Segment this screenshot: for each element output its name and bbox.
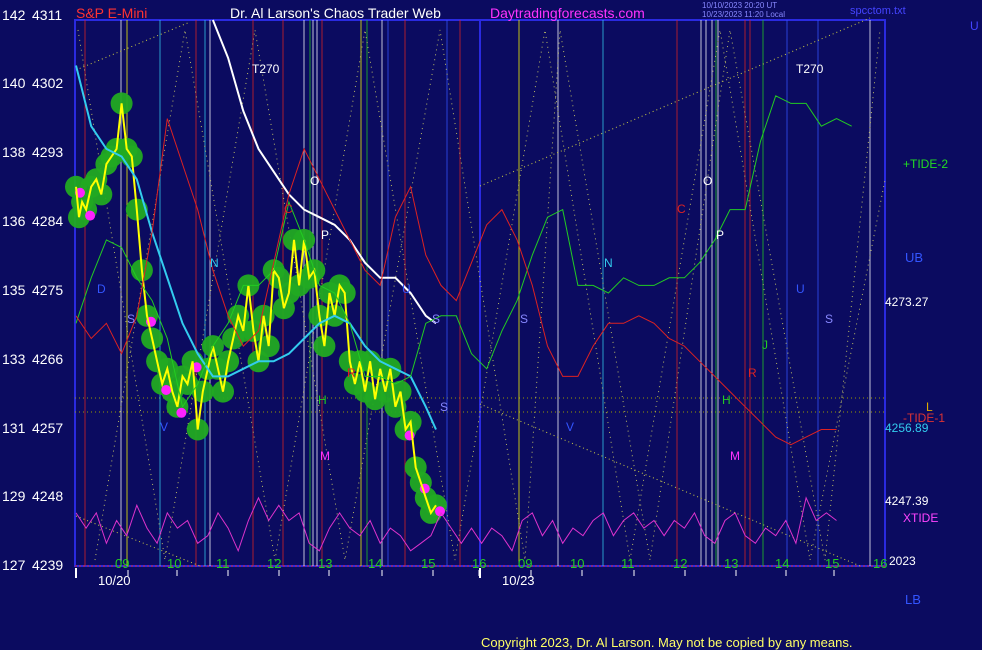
date-label-1: 10/20 bbox=[98, 573, 131, 588]
annotation-label: H bbox=[722, 393, 731, 407]
y-tick-left: 142 bbox=[2, 7, 26, 23]
annotation-label: S bbox=[520, 312, 528, 326]
x-tick-label: 09 bbox=[115, 556, 129, 571]
annotation-label: S bbox=[432, 312, 440, 326]
annotation-label: R bbox=[347, 366, 356, 380]
x-tick-label: 14 bbox=[368, 556, 382, 571]
corner-u: U bbox=[970, 19, 979, 33]
timestamp-1: 10/10/2023 20:20 UT bbox=[702, 1, 777, 10]
label-year: 2023 bbox=[889, 554, 916, 568]
annotation-label: S bbox=[440, 400, 448, 414]
y-tick-right: 4257 bbox=[32, 420, 63, 436]
label-xtide: XTIDE bbox=[903, 511, 938, 525]
x-tick-label: 15 bbox=[421, 556, 435, 571]
x-tick-label: 12 bbox=[267, 556, 281, 571]
annotation-label: T270 bbox=[252, 62, 280, 76]
site-title: Dr. Al Larson's Chaos Trader Web bbox=[230, 5, 441, 21]
y-tick-left: 129 bbox=[2, 488, 26, 504]
annotation-label: S bbox=[127, 312, 135, 326]
label-avg-last: 4256.89 bbox=[885, 421, 929, 435]
x-tick-label: 13 bbox=[724, 556, 738, 571]
y-tick-left: 127 bbox=[2, 557, 26, 573]
annotation-label: O bbox=[703, 174, 712, 188]
x-tick-label: 10 bbox=[167, 556, 181, 571]
x-tick-label: 12 bbox=[673, 556, 687, 571]
annotation-label: M bbox=[730, 449, 740, 463]
x-tick-label: 14 bbox=[775, 556, 789, 571]
annotation-label: N bbox=[210, 256, 219, 270]
x-tick-label: 15 bbox=[825, 556, 839, 571]
x-tick-label: 11 bbox=[216, 556, 230, 571]
annotation-label: V bbox=[160, 420, 168, 434]
price-marker bbox=[176, 407, 187, 418]
label-ub: UB bbox=[905, 250, 923, 265]
annotation-label: R bbox=[748, 366, 757, 380]
annotation-label: U bbox=[796, 282, 805, 296]
y-tick-right: 4275 bbox=[32, 282, 63, 298]
x-tick-label: 11 bbox=[621, 556, 635, 571]
annotation-label: T270 bbox=[796, 62, 824, 76]
label-lb: LB bbox=[905, 592, 921, 607]
annotation-label: C bbox=[284, 202, 293, 216]
annotation-label: M bbox=[320, 449, 330, 463]
y-tick-left: 140 bbox=[2, 75, 26, 91]
price-marker bbox=[161, 385, 172, 395]
y-tick-right: 4284 bbox=[32, 213, 63, 229]
x-tick-label: 10 bbox=[570, 556, 584, 571]
label-xtide-level: 4247.39 bbox=[885, 494, 929, 508]
y-tick-right: 4311 bbox=[32, 7, 62, 23]
annotation-label: P bbox=[321, 228, 329, 242]
annotation-label: J bbox=[762, 338, 768, 352]
annotation-label: S bbox=[825, 312, 833, 326]
label-tide-plus: +TIDE-2 bbox=[903, 157, 948, 171]
x-tick-label: 09 bbox=[518, 556, 532, 571]
y-tick-right: 4293 bbox=[32, 144, 63, 160]
annotation-label: O bbox=[310, 174, 319, 188]
chart: S&P E-Mini Dr. Al Larson's Chaos Trader … bbox=[0, 0, 982, 650]
annotation-label: V bbox=[566, 420, 574, 434]
annotation-label: D bbox=[97, 282, 106, 296]
annotation-label: H bbox=[318, 393, 327, 407]
y-tick-left: 138 bbox=[2, 144, 26, 160]
price-marker bbox=[85, 210, 96, 221]
x-tick-label: 16 bbox=[873, 556, 887, 571]
y-tick-right: 4248 bbox=[32, 488, 63, 504]
y-tick-right: 4266 bbox=[32, 351, 63, 367]
y-tick-left: 136 bbox=[2, 213, 26, 229]
label-price-last: 4273.27 bbox=[885, 295, 929, 309]
copyright: Copyright 2023, Dr. Al Larson. May not b… bbox=[481, 635, 852, 650]
site-url: Daytradingforecasts.com bbox=[490, 5, 645, 21]
y-tick-right: 4302 bbox=[32, 75, 63, 91]
date-label-2: 10/23 bbox=[502, 573, 535, 588]
timestamp-2: 10/23/2023 11:20 Local bbox=[702, 10, 785, 19]
annotation-label: P bbox=[716, 228, 724, 242]
y-tick-left: 135 bbox=[2, 282, 26, 298]
y-tick-right: 4239 bbox=[32, 557, 63, 573]
annotation-label: N bbox=[604, 256, 613, 270]
x-tick-label: 13 bbox=[318, 556, 332, 571]
data-file: spcctom.txt bbox=[850, 5, 906, 17]
y-tick-left: 133 bbox=[2, 351, 26, 367]
annotation-label: U bbox=[402, 282, 411, 296]
annotation-label: C bbox=[677, 202, 686, 216]
y-tick-left: 131 bbox=[2, 420, 26, 436]
instrument-title: S&P E-Mini bbox=[76, 5, 147, 21]
